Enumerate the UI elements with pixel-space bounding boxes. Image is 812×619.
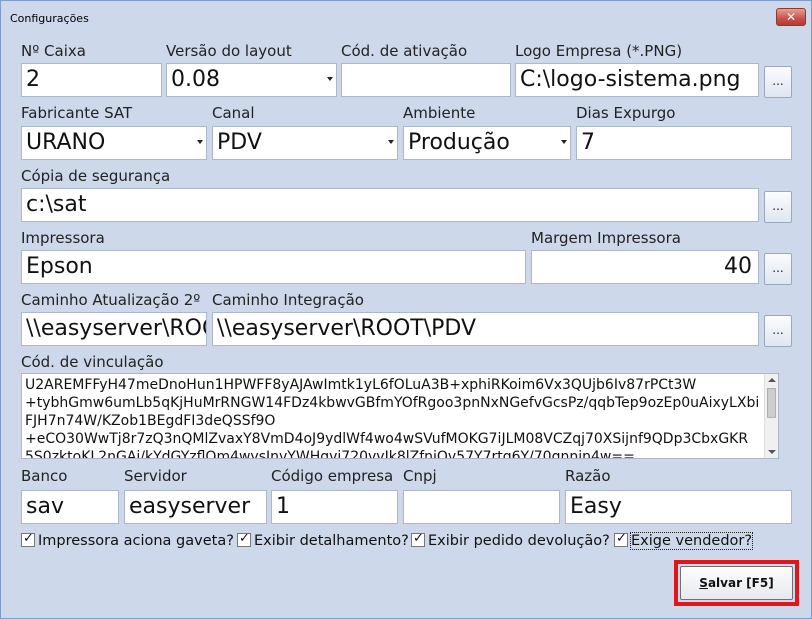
fabricante-value: URANO [26, 130, 106, 155]
margem-browse-button[interactable]: ... [764, 253, 792, 285]
canal-value: PDV [217, 130, 262, 155]
chevron-down-icon [561, 140, 567, 144]
check-icon: ✓ [616, 531, 627, 546]
ambiente-value: Produção [408, 130, 510, 155]
scroll-thumb[interactable] [767, 388, 776, 418]
vinculacao-memo[interactable]: U2AREMFFyH47meDnoHun1HPWFF8yAJAwImtk1yL6… [21, 373, 779, 459]
integracao-field[interactable]: \\easyserver\ROOT\PDV [212, 312, 759, 346]
versao-select[interactable]: 0.08 [166, 63, 337, 97]
checkbox-box[interactable]: ✓ [237, 531, 251, 547]
checkbox-label: Exibir pedido devolução? [428, 533, 610, 549]
ativacao-field[interactable] [341, 63, 511, 97]
ambiente-label: Ambiente [403, 104, 476, 122]
codigo-empresa-field[interactable]: 1 [271, 490, 398, 524]
save-mnemonic: S [699, 576, 708, 590]
save-label: alvar [F5] [707, 576, 774, 590]
atualizacao-field[interactable]: \\easyserver\ROOT [21, 312, 207, 346]
fabricante-label: Fabricante SAT [21, 104, 133, 122]
checkbox-detalhamento[interactable]: ✓ Exibir detalhamento? [237, 531, 409, 553]
razao-label: Razão [565, 467, 611, 485]
margem-field[interactable]: 40 [531, 250, 759, 284]
close-button[interactable]: ✕ [776, 8, 806, 26]
expurgo-field[interactable]: 7 [576, 126, 792, 160]
impressora-label: Impressora [21, 229, 105, 247]
versao-label: Versão do layout [166, 42, 292, 60]
save-button[interactable]: Salvar [F5] [680, 566, 793, 600]
copia-label: Cópia de segurança [21, 167, 171, 185]
vinculacao-scrollbar[interactable] [764, 374, 778, 458]
canal-label: Canal [212, 104, 255, 122]
checkbox-box[interactable]: ✓ [411, 531, 425, 547]
copia-field[interactable]: c:\sat [21, 188, 759, 222]
checkbox-box[interactable]: ✓ [614, 531, 628, 547]
vinculacao-label: Cód. de vinculação [21, 353, 164, 371]
cnpj-label: Cnpj [403, 467, 437, 485]
checkbox-vendedor[interactable]: ✓ Exige vendedor? [614, 531, 754, 553]
logo-field[interactable]: C:\logo-sistema.png [515, 63, 759, 97]
checkbox-label: Exibir detalhamento? [254, 533, 409, 549]
vinculacao-text: U2AREMFFyH47meDnoHun1HPWFF8yAJAwImtk1yL6… [25, 377, 760, 459]
checkbox-label: Impressora aciona gaveta? [38, 533, 234, 549]
banco-label: Banco [21, 467, 68, 485]
scroll-up-icon[interactable] [768, 378, 776, 382]
form-area: Nº Caixa 2 Versão do layout 0.08 Cód. de… [9, 33, 804, 614]
config-window: Configurações ✕ Nº Caixa 2 Versão do lay… [0, 0, 812, 619]
integracao-browse-button[interactable]: ... [764, 315, 792, 347]
check-icon: ✓ [23, 531, 34, 546]
checkbox-box[interactable]: ✓ [21, 531, 35, 547]
title-bar: Configurações ✕ [1, 1, 811, 33]
copia-browse-button[interactable]: ... [764, 191, 792, 223]
check-icon: ✓ [239, 531, 250, 546]
window-title: Configurações [10, 12, 89, 25]
ambiente-select[interactable]: Produção [403, 126, 571, 160]
servidor-field[interactable]: easyserver [124, 490, 267, 524]
logo-browse-button[interactable]: ... [764, 66, 792, 98]
razao-field[interactable]: Easy [565, 490, 792, 524]
chevron-down-icon [197, 140, 203, 144]
checkbox-devolucao[interactable]: ✓ Exibir pedido devolução? [411, 531, 610, 553]
chevron-down-icon [388, 140, 394, 144]
canal-select[interactable]: PDV [212, 126, 398, 160]
codigo-empresa-label: Código empresa [271, 467, 394, 485]
scroll-down-icon[interactable] [768, 450, 776, 454]
banco-field[interactable]: sav [21, 490, 119, 524]
checkbox-gaveta[interactable]: ✓ Impressora aciona gaveta? [21, 531, 234, 553]
impressora-field[interactable]: Epson [21, 250, 526, 284]
integracao-label: Caminho Integração [212, 291, 364, 309]
caixa-label: Nº Caixa [21, 42, 86, 60]
check-icon: ✓ [413, 531, 424, 546]
caixa-field[interactable]: 2 [21, 63, 162, 97]
expurgo-label: Dias Expurgo [576, 104, 676, 122]
servidor-label: Servidor [124, 467, 187, 485]
atualizacao-label: Caminho Atualização 2º [21, 291, 201, 309]
logo-label: Logo Empresa (*.PNG) [515, 42, 683, 60]
fabricante-select[interactable]: URANO [21, 126, 207, 160]
margem-label: Margem Impressora [531, 229, 681, 247]
checkbox-label: Exige vendedor? [629, 532, 754, 550]
versao-value: 0.08 [171, 67, 220, 92]
chevron-down-icon [327, 77, 333, 81]
ativacao-label: Cód. de ativação [341, 42, 468, 60]
cnpj-field[interactable] [403, 490, 560, 524]
